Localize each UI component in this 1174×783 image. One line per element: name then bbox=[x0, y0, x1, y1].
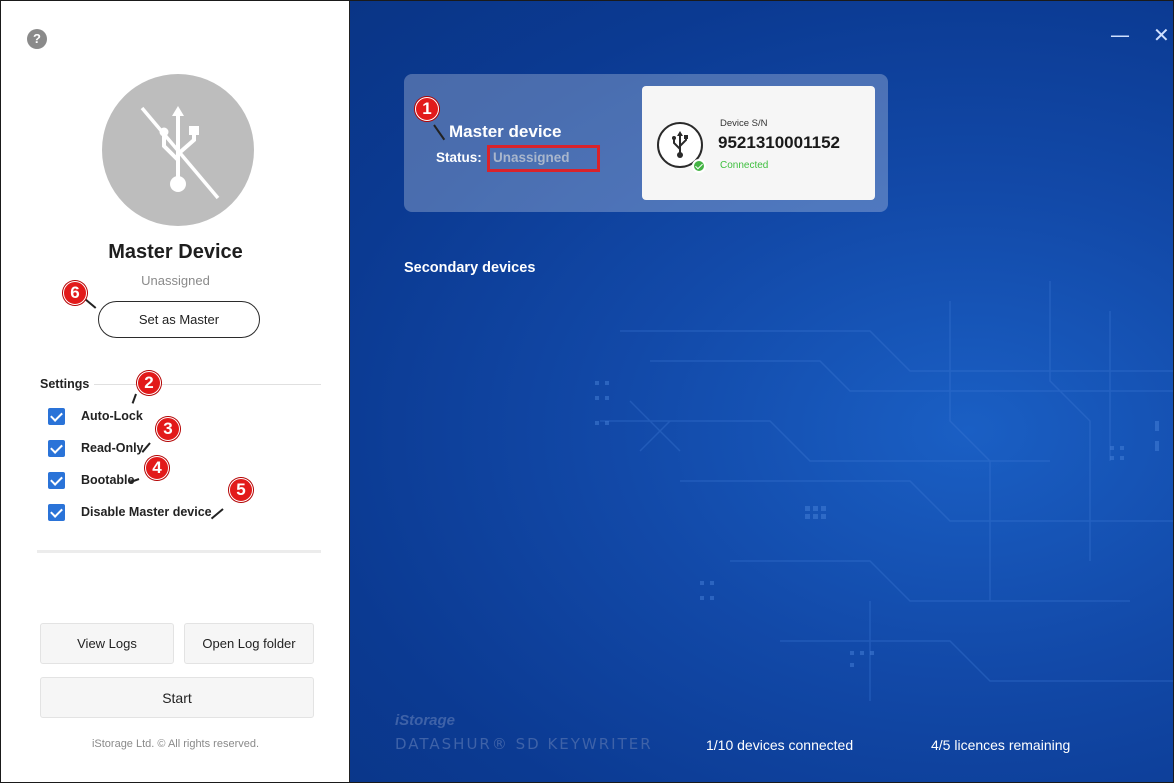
brand-logo-line1: iStorage bbox=[395, 712, 456, 729]
read-only-checkbox[interactable] bbox=[48, 439, 65, 457]
bootable-option[interactable]: Bootable bbox=[48, 470, 134, 490]
brand-logo-line2: DATASHUR® SD KEYWRITER bbox=[395, 735, 653, 753]
minimize-button[interactable]: — bbox=[1110, 23, 1130, 47]
marker-4: 4 bbox=[145, 456, 169, 480]
marker-1: 1 bbox=[415, 97, 439, 121]
usb-disconnected-icon bbox=[102, 74, 254, 226]
settings-divider bbox=[94, 384, 321, 385]
disable-master-checkbox[interactable] bbox=[48, 503, 65, 521]
device-sn: 9521310001152 bbox=[718, 133, 840, 152]
read-only-label: Read-Only bbox=[81, 441, 144, 455]
set-as-master-button[interactable]: Set as Master bbox=[98, 301, 260, 338]
bootable-label: Bootable bbox=[81, 473, 135, 487]
settings-label: Settings bbox=[40, 377, 90, 391]
status-highlight-box bbox=[487, 145, 600, 172]
marker-6: 6 bbox=[63, 281, 87, 305]
disable-master-option[interactable]: Disable Master device bbox=[48, 502, 212, 522]
devices-connected-count: 1/10 devices connected bbox=[706, 737, 854, 753]
app-window: ? Master Device Unassigned Set as Master… bbox=[0, 0, 1174, 783]
main-panel: — ✕ Master device Status: Unassigned Dev… bbox=[350, 1, 1173, 782]
marker-3: 3 bbox=[156, 417, 180, 441]
close-button[interactable]: ✕ bbox=[1153, 23, 1170, 47]
disable-master-label: Disable Master device bbox=[81, 505, 212, 519]
start-button[interactable]: Start bbox=[40, 677, 314, 718]
auto-lock-checkbox[interactable] bbox=[48, 407, 65, 425]
copyright-text: iStorage Ltd. © All rights reserved. bbox=[91, 738, 260, 750]
licences-remaining-count: 4/5 licences remaining bbox=[931, 737, 1071, 753]
settings-bottom-divider bbox=[37, 550, 321, 553]
master-device-status: Unassigned bbox=[141, 273, 210, 288]
master-device-name: Master device bbox=[449, 122, 562, 141]
marker-5: 5 bbox=[229, 478, 253, 502]
master-device-title: Master Device bbox=[108, 241, 243, 263]
master-device-card: Master device Status: Unassigned Device … bbox=[404, 74, 888, 212]
open-log-folder-button[interactable]: Open Log folder bbox=[184, 623, 314, 664]
device-sn-label: Device S/N bbox=[720, 118, 768, 129]
auto-lock-label: Auto-Lock bbox=[81, 409, 143, 423]
connected-check-icon bbox=[692, 159, 706, 173]
bootable-checkbox[interactable] bbox=[48, 471, 65, 489]
sidebar: ? Master Device Unassigned Set as Master… bbox=[1, 1, 350, 782]
secondary-devices-label: Secondary devices bbox=[404, 260, 536, 276]
auto-lock-option[interactable]: Auto-Lock bbox=[48, 406, 143, 426]
device-card[interactable]: Device S/N 9521310001152 Connected bbox=[642, 86, 875, 200]
help-icon[interactable]: ? bbox=[27, 29, 47, 49]
view-logs-button[interactable]: View Logs bbox=[40, 623, 174, 664]
master-status-label: Status: bbox=[436, 150, 482, 165]
device-connection-status: Connected bbox=[720, 160, 769, 171]
read-only-option[interactable]: Read-Only bbox=[48, 438, 144, 458]
marker-2: 2 bbox=[137, 371, 161, 395]
